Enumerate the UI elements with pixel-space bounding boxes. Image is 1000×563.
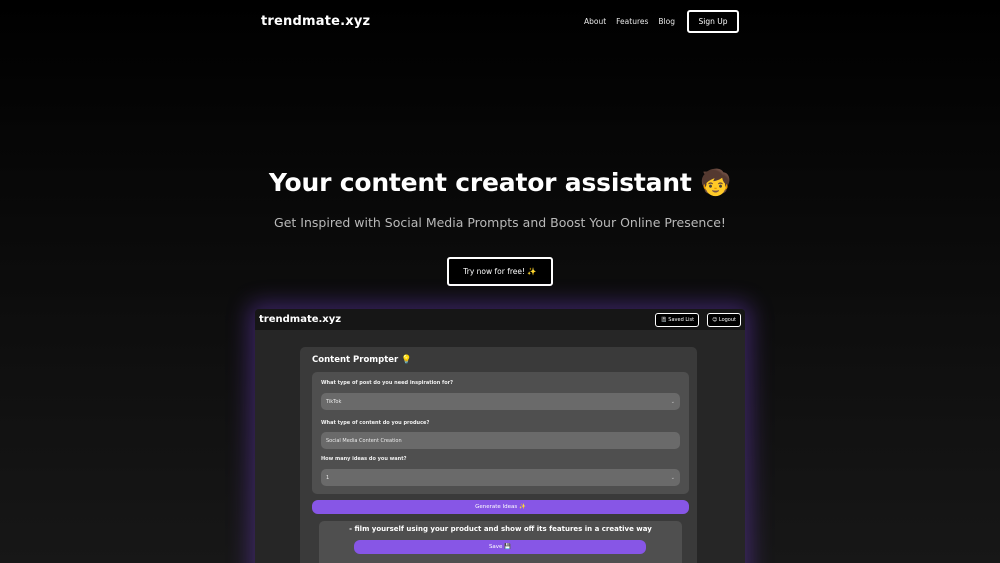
preview-brand[interactable]: trendmate.xyz xyxy=(259,314,341,325)
nav-link-blog[interactable]: Blog xyxy=(658,17,675,26)
content-type-input[interactable]: Social Media Content Creation xyxy=(321,432,680,449)
post-type-label: What type of post do you need inspiratio… xyxy=(321,380,454,386)
nav-links: About Features Blog Sign Up xyxy=(584,9,739,33)
saved-list-button[interactable]: 📓 Saved List xyxy=(655,312,700,327)
card-title: Content Prompter 💡 xyxy=(312,355,412,365)
idea-count-select[interactable]: 1 ⌄ xyxy=(321,469,680,486)
chevron-down-icon: ⌄ xyxy=(670,474,675,481)
preview-actions: 📓 Saved List 😊 Logout xyxy=(647,312,741,327)
chevron-down-icon: ⌄ xyxy=(670,398,675,405)
top-nav: trendmate.xyz About Features Blog Sign U… xyxy=(261,9,739,33)
idea-count-label: How many ideas do you want? xyxy=(321,456,407,462)
content-type-value: Social Media Content Creation xyxy=(326,437,402,444)
brand-logo[interactable]: trendmate.xyz xyxy=(261,14,370,29)
content-type-label: What type of content do you produce? xyxy=(321,420,430,426)
idea-result: - film yourself using your product and s… xyxy=(319,521,682,563)
generate-ideas-button[interactable]: Generate Ideas ✨ xyxy=(312,500,689,514)
hero-subtitle: Get Inspired with Social Media Prompts a… xyxy=(274,215,726,230)
sign-up-button[interactable]: Sign Up xyxy=(687,9,739,33)
prompt-form: What type of post do you need inspiratio… xyxy=(312,372,689,494)
idea-text: - film yourself using your product and s… xyxy=(349,525,652,533)
logout-button[interactable]: 😊 Logout xyxy=(707,312,741,327)
save-idea-button[interactable]: Save 💾 xyxy=(354,540,646,554)
nav-link-about[interactable]: About xyxy=(584,17,606,26)
hero-title: Your content creator assistant 🧒 xyxy=(268,168,732,197)
content-prompter-card: Content Prompter 💡 What type of post do … xyxy=(300,347,697,563)
try-free-button[interactable]: Try now for free! ✨ xyxy=(447,257,553,286)
post-type-select[interactable]: TikTok ⌄ xyxy=(321,393,680,410)
app-preview: trendmate.xyz 📓 Saved List 😊 Logout Cont… xyxy=(255,309,745,563)
preview-header: trendmate.xyz 📓 Saved List 😊 Logout xyxy=(255,309,745,330)
idea-count-value: 1 xyxy=(326,474,330,481)
nav-link-features[interactable]: Features xyxy=(616,17,648,26)
post-type-value: TikTok xyxy=(326,398,342,405)
